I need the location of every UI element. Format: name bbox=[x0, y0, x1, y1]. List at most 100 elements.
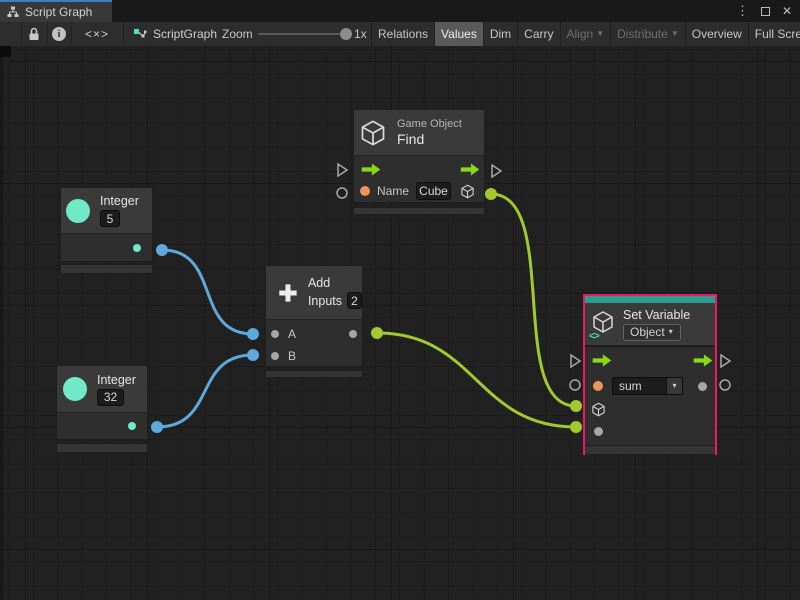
flow-in-arrow-icon[interactable] bbox=[361, 163, 381, 176]
integer-value-field[interactable]: 5 bbox=[100, 210, 120, 227]
object-input-port[interactable] bbox=[591, 402, 606, 417]
wire-integer5-to-add-a[interactable] bbox=[162, 250, 253, 334]
find-name-in-port[interactable] bbox=[337, 188, 347, 198]
node-footer bbox=[353, 207, 485, 215]
wire-integer5-to-add-a-start-dot[interactable] bbox=[156, 244, 168, 256]
add-input-a-port[interactable] bbox=[271, 330, 279, 338]
zoom-slider-handle[interactable] bbox=[340, 28, 352, 40]
game-object-return-icon bbox=[460, 184, 475, 199]
code-tag-icon: <> bbox=[589, 331, 599, 342]
full-screen-button[interactable]: Full Screen bbox=[748, 22, 800, 46]
maximize-icon[interactable] bbox=[761, 7, 770, 16]
variable-name-dropdown[interactable]: ▾ bbox=[667, 377, 683, 395]
flow-out-arrow-icon[interactable] bbox=[460, 163, 480, 176]
zoom-label: Zoom bbox=[222, 22, 253, 46]
graph-breadcrumb[interactable]: ScriptGraph bbox=[133, 22, 217, 46]
wire-add-to-setvariable-end-dot[interactable] bbox=[570, 421, 582, 433]
wire-integer32-to-add-b-end-dot[interactable] bbox=[247, 349, 259, 361]
integer-output-port[interactable] bbox=[128, 422, 136, 430]
integer-node-32[interactable]: Integer 32 bbox=[56, 365, 148, 453]
set-variable-node[interactable]: <> Set Variable Object ▾ bbox=[583, 294, 717, 455]
integer-type-icon bbox=[66, 199, 90, 223]
game-object-cube-icon bbox=[359, 119, 387, 147]
value-input-port[interactable] bbox=[594, 427, 603, 436]
dim-button[interactable]: Dim bbox=[483, 22, 517, 46]
integer-node-5[interactable]: Integer 5 bbox=[60, 187, 153, 274]
flow-out-arrow-icon[interactable] bbox=[693, 354, 713, 367]
wire-find-to-setvariable-end-dot[interactable] bbox=[570, 400, 582, 412]
wire-add-to-setvariable-start-dot[interactable] bbox=[371, 327, 383, 339]
overview-button[interactable]: Overview bbox=[685, 22, 748, 46]
add-input-b-port[interactable] bbox=[271, 352, 279, 360]
menu-icon[interactable]: ⋮ bbox=[736, 3, 749, 19]
integer-value-field[interactable]: 32 bbox=[97, 389, 124, 406]
graph-name-label: ScriptGraph bbox=[153, 27, 217, 41]
script-graph-icon bbox=[133, 27, 147, 41]
node-footer bbox=[60, 264, 153, 274]
tab-title: Script Graph bbox=[25, 5, 92, 19]
name-label: Name bbox=[377, 184, 409, 198]
code-view-button[interactable]: <×> bbox=[71, 22, 123, 46]
setvariable-flow-out-port[interactable] bbox=[721, 355, 730, 367]
info-button[interactable]: i bbox=[47, 22, 71, 46]
lock-button[interactable] bbox=[21, 22, 47, 46]
add-node[interactable]: Add Inputs 2 A B bbox=[265, 265, 363, 378]
variable-kind-bar bbox=[585, 296, 715, 303]
carry-button[interactable]: Carry bbox=[517, 22, 559, 46]
node-title: Integer bbox=[100, 194, 139, 208]
script-graph-window: Script Graph ⋮ ✕ i <×> bbox=[0, 0, 800, 600]
window-controls: ⋮ ✕ bbox=[736, 0, 792, 22]
chevron-down-icon: ▾ bbox=[669, 328, 673, 336]
chevron-down-icon: ▼ bbox=[596, 30, 604, 38]
find-flow-out-port[interactable] bbox=[492, 165, 501, 177]
setvariable-value-out-port[interactable] bbox=[720, 380, 730, 390]
inputs-count-field[interactable]: 2 bbox=[347, 292, 362, 309]
variable-name-input-port[interactable] bbox=[593, 381, 603, 391]
setvariable-name-in-port[interactable] bbox=[570, 380, 580, 390]
zoom-slider-track[interactable] bbox=[258, 33, 342, 35]
node-footer bbox=[265, 370, 363, 378]
wire-integer32-to-add-b[interactable] bbox=[157, 355, 253, 427]
chevron-down-icon: ▼ bbox=[671, 30, 679, 38]
lock-icon bbox=[28, 27, 40, 41]
hierarchy-icon bbox=[7, 6, 19, 18]
node-title: Find bbox=[397, 131, 462, 147]
close-icon[interactable]: ✕ bbox=[782, 4, 792, 18]
values-button[interactable]: Values bbox=[434, 22, 483, 46]
graph-canvas[interactable]: Integer 5 Integer 32 bbox=[0, 46, 800, 600]
node-category: Game Object bbox=[397, 118, 462, 130]
distribute-dropdown-button[interactable]: Distribute▼ bbox=[610, 22, 685, 46]
node-footer bbox=[585, 445, 715, 455]
inputs-label: Inputs bbox=[308, 294, 342, 308]
code-icon: <×> bbox=[85, 27, 109, 41]
port-a-label: A bbox=[288, 327, 296, 341]
find-name-input-port[interactable] bbox=[360, 186, 370, 196]
tab-script-graph[interactable]: Script Graph bbox=[0, 0, 112, 22]
setvariable-flow-in-port[interactable] bbox=[571, 355, 580, 367]
align-dropdown-button[interactable]: Align▼ bbox=[560, 22, 611, 46]
flow-in-arrow-icon[interactable] bbox=[592, 354, 612, 367]
port-b-label: B bbox=[288, 349, 296, 363]
plus-icon bbox=[277, 280, 299, 306]
node-footer bbox=[56, 443, 148, 453]
wire-find-to-setvariable[interactable] bbox=[491, 194, 576, 406]
find-flow-in-port[interactable] bbox=[338, 164, 347, 176]
name-value-field[interactable]: Cube bbox=[416, 182, 451, 200]
variable-name-field[interactable]: sum bbox=[612, 377, 667, 395]
node-title: Set Variable bbox=[623, 308, 690, 322]
zoom-level-label: 1x bbox=[354, 22, 367, 46]
set-variable-output-port[interactable] bbox=[698, 382, 707, 391]
graph-toolbar: i <×> ScriptGraph Zoom 1x Relations Valu… bbox=[0, 22, 800, 46]
integer-output-port[interactable] bbox=[133, 244, 141, 252]
set-variable-icon: <> bbox=[591, 310, 615, 339]
variable-kind-dropdown[interactable]: Object ▾ bbox=[623, 324, 681, 341]
node-title: Integer bbox=[97, 373, 136, 387]
relations-button[interactable]: Relations bbox=[371, 22, 434, 46]
game-object-find-node[interactable]: Game Object Find Name Cube bbox=[353, 109, 485, 215]
info-icon: i bbox=[52, 27, 66, 41]
integer-type-icon bbox=[63, 377, 87, 401]
wire-integer5-to-add-a-end-dot[interactable] bbox=[247, 328, 259, 340]
add-output-port[interactable] bbox=[349, 330, 357, 338]
wire-find-to-setvariable-start-dot[interactable] bbox=[485, 188, 497, 200]
wire-integer32-to-add-b-start-dot[interactable] bbox=[151, 421, 163, 433]
